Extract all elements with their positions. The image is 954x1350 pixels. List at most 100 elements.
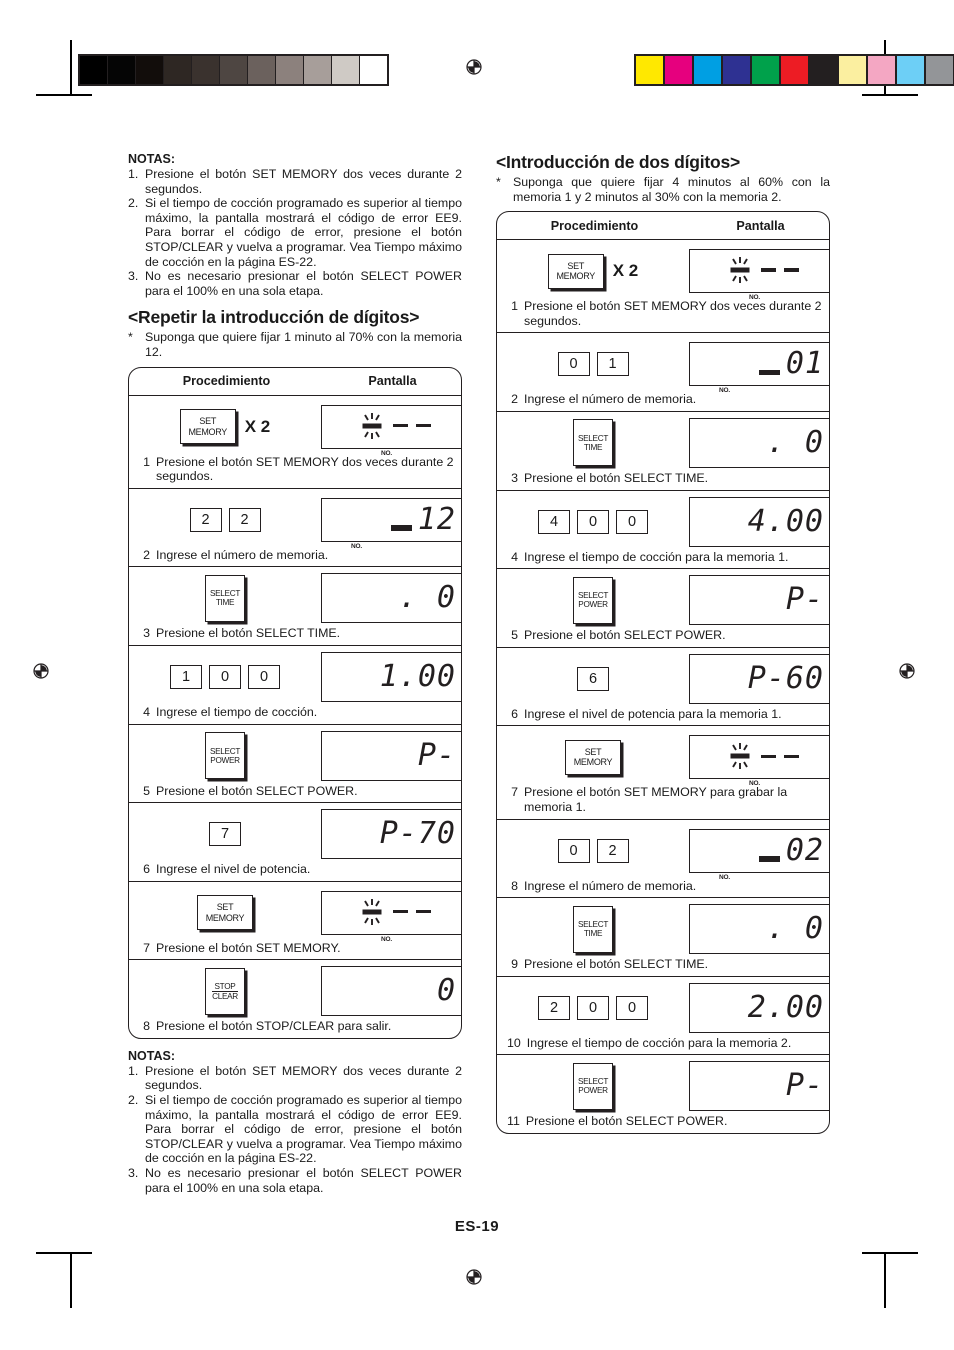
lcd-value: 0: [436, 973, 456, 1009]
numeric-keypad-sequence: 6: [577, 666, 609, 691]
page-title: <Repetir la introducción de dígitos>: [128, 307, 420, 328]
number-key-4[interactable]: 4: [538, 509, 570, 534]
number-key-0[interactable]: 0: [557, 352, 590, 377]
lcd-memory-blank: [359, 897, 431, 929]
table-cell-procedure: 100: [129, 664, 321, 689]
number-key-0[interactable]: 0: [209, 664, 241, 689]
note-item: 2. Si el tiempo de cocción programado es …: [128, 1093, 462, 1166]
step-caption: 5 Presione el botón SELECT POWER.: [129, 783, 461, 803]
table-cell-procedure: 22: [129, 507, 321, 532]
key-button-select-power[interactable]: SELECT POWER: [205, 732, 245, 779]
lcd-value: P-60: [747, 660, 824, 696]
number-key-1[interactable]: 1: [170, 664, 202, 689]
key-label-line: SELECT: [577, 920, 609, 930]
note-text: No es necesario presionar el botón SELEC…: [145, 269, 462, 298]
key-button-set-memory[interactable]: SET MEMORY: [179, 409, 236, 445]
assumption-body-right: Suponga que quiere fijar 4 minutos al 60…: [513, 175, 830, 204]
step-number: 3: [143, 626, 150, 641]
step-text: Presione el botón SELECT TIME.: [524, 470, 709, 485]
table-row-graphics: 0 1 01 NO.: [497, 333, 829, 394]
key-label-line: MEMORY: [205, 912, 245, 923]
key-label-line: STOP: [212, 982, 238, 993]
table-row: SELECT POWER P- 11 Presione el botón SELECT …: [497, 1055, 829, 1133]
procedure-control: 22: [189, 507, 261, 532]
notes-block-top: NOTAS: 1. Presione el botón SET MEMORY do…: [128, 152, 462, 298]
step-number: 6: [143, 862, 150, 877]
display-panel-wrapper: . 0: [321, 573, 461, 624]
display-panel-wrapper: NO.: [321, 890, 461, 943]
number-key-6[interactable]: 6: [577, 666, 609, 691]
key-button-select-power[interactable]: SELECT POWER: [573, 576, 613, 624]
step-number: 2: [143, 547, 150, 562]
lcd-dash-segment: [393, 909, 408, 914]
table-cell-display: . 0: [321, 573, 461, 624]
display-panel-wrapper: P-: [689, 575, 829, 626]
table-row-graphics: 0 2 02 NO.: [497, 820, 829, 881]
table-cell-procedure: SELECT POWER: [497, 576, 689, 624]
table-cell-procedure: SET MEMORY: [129, 895, 321, 931]
number-key-2[interactable]: 2: [228, 507, 261, 532]
table-row-graphics: 1 0 0 1.00: [129, 646, 461, 704]
key-button-set-memory[interactable]: SET MEMORY: [547, 253, 604, 289]
table-row-graphics: SELECT POWER P-: [129, 725, 461, 783]
number-key-0[interactable]: 0: [248, 664, 280, 689]
bullet-asterisk: *: [128, 330, 133, 345]
key-button-select-power[interactable]: SELECT POWER: [573, 1062, 613, 1110]
step-number: 5: [511, 628, 518, 643]
key-button-select-time[interactable]: SELECT TIME: [573, 419, 613, 467]
lcd-value: . 0: [766, 911, 824, 947]
table-cell-display: 2.00: [689, 982, 829, 1033]
procedure-control: 400: [538, 509, 648, 534]
table-row-graphics: 4 0 0 4.00: [497, 491, 829, 549]
table-cell-display: P-: [321, 730, 461, 781]
number-key-2[interactable]: 2: [538, 995, 570, 1020]
number-key-2[interactable]: 2: [596, 838, 629, 863]
table-row: SELECT POWER P- 5 Presione el botón SELECT P…: [497, 569, 829, 648]
number-key-0[interactable]: 0: [577, 509, 609, 534]
number-key-2[interactable]: 2: [189, 507, 222, 532]
key-label-line: TIME: [583, 929, 603, 939]
procedure-control: SELECT TIME: [205, 574, 245, 622]
display-panel-wrapper: 4.00: [689, 496, 829, 547]
procedure-control: SET MEMORY X 2: [547, 253, 638, 289]
assumption-body: Suponga que quiere fijar 1 minuto al 70%…: [145, 330, 462, 359]
display-panel-wrapper: 1.00: [321, 651, 461, 702]
number-key-0[interactable]: 0: [616, 509, 648, 534]
step-number: 6: [511, 706, 518, 721]
numeric-keypad-sequence: 22: [189, 507, 261, 532]
lcd-display: 12: [321, 497, 461, 542]
step-caption: 6 Ingrese el nivel de potencia para la me…: [497, 706, 829, 726]
key-button-stop-clear[interactable]: STOP CLEAR: [205, 967, 245, 1015]
table-cell-procedure: 400: [497, 509, 689, 534]
numeric-keypad-sequence: 200: [538, 995, 648, 1020]
number-key-1[interactable]: 1: [596, 352, 629, 377]
key-button-select-time[interactable]: SELECT TIME: [573, 905, 613, 953]
key-button-select-time[interactable]: SELECT TIME: [205, 574, 245, 622]
key-label-line: SET: [567, 260, 585, 271]
table-row: SELECT POWER P- 5 Presione el botón SELECT P…: [129, 725, 461, 804]
step-text: Presione el botón SET MEMORY dos veces d…: [156, 454, 454, 484]
table-row: SELECT TIME . 0 9 Presione el botón SELECT T…: [497, 898, 829, 977]
number-key-0[interactable]: 0: [577, 995, 609, 1020]
lcd-value: 1.00: [379, 658, 456, 694]
step-caption: 1 Presione el botón SET MEMORY dos veces …: [497, 298, 829, 332]
step-text: Presione el botón SELECT POWER.: [156, 783, 358, 798]
procedure-control: 02: [557, 838, 629, 863]
table-cell-display: P-60: [689, 653, 829, 704]
lcd-dash-segment: [784, 754, 799, 759]
display-panel-wrapper: 02 NO.: [689, 828, 829, 881]
display-panel-wrapper: NO.: [689, 735, 829, 787]
number-key-0[interactable]: 0: [616, 995, 648, 1020]
number-key-0[interactable]: 0: [557, 838, 590, 863]
key-button-set-memory[interactable]: SET MEMORY: [565, 739, 621, 775]
key-button-set-memory[interactable]: SET MEMORY: [197, 895, 253, 931]
table-cell-procedure: SELECT POWER: [129, 732, 321, 779]
number-key-7[interactable]: 7: [209, 822, 241, 847]
key-label-line: SELECT: [577, 433, 609, 443]
display-panel-wrapper: P-: [321, 730, 461, 781]
step-caption: 7 Presione el botón SET MEMORY.: [129, 940, 461, 960]
step-text: Presione el botón SET MEMORY para grabar…: [524, 785, 788, 814]
procedure-control: 100: [170, 664, 280, 689]
numeric-keypad-sequence: 01: [557, 352, 629, 377]
step-text: Presione el botón SELECT POWER.: [524, 628, 726, 643]
